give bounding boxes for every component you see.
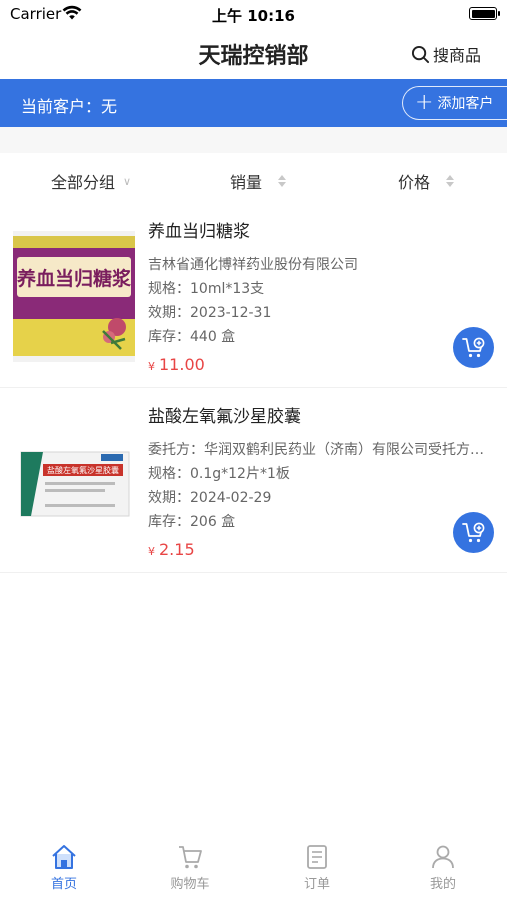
product-spec: 规格：10ml*13支: [148, 281, 265, 297]
product-spec: 规格：0.1g*12片*1板: [148, 466, 290, 482]
search-button[interactable]: 搜商品: [411, 42, 481, 66]
product-list: 养血当归糖浆 养血当归糖浆 吉林省通化博祥药业股份有限公司 规格：10ml*13…: [0, 203, 507, 573]
price-value: 11.00: [159, 355, 205, 374]
add-to-cart-button[interactable]: [453, 327, 494, 368]
price-value: 2.15: [159, 540, 195, 559]
sort-sales-label: 销量: [230, 173, 263, 192]
search-label: 搜商品: [432, 46, 481, 65]
sort-by-price[interactable]: 价格: [398, 169, 455, 193]
divider-strip: [0, 127, 507, 153]
add-customer-button[interactable]: + 添加客户: [402, 86, 507, 120]
tab-cart[interactable]: 购物车: [140, 837, 240, 900]
package-label: 养血当归糖浆: [17, 268, 131, 290]
product-expiry: 效期：2024-02-29: [148, 490, 272, 506]
tab-orders[interactable]: 订单: [267, 837, 367, 900]
sort-price-label: 价格: [398, 173, 431, 192]
product-name: 养血当归糖浆: [148, 222, 250, 242]
search-icon: [411, 45, 430, 63]
product-stock: 库存：206 盒: [148, 514, 236, 530]
product-name: 盐酸左氧氟沙星胶囊: [148, 407, 301, 427]
sort-arrows-icon: [278, 175, 287, 187]
tab-bar: 首页 购物车 订单 我的: [0, 837, 507, 900]
battery-icon: [469, 7, 500, 20]
tab-label: 首页: [50, 877, 77, 892]
product-stock: 库存：440 盒: [148, 329, 236, 345]
order-icon: [303, 843, 331, 871]
tab-home[interactable]: 首页: [14, 837, 114, 900]
product-price: ¥11.00: [148, 355, 495, 374]
current-customer-label: 当前客户：无: [21, 97, 118, 116]
customer-bar: 当前客户：无 + 添加客户: [0, 79, 507, 127]
group-filter-label: 全部分组: [51, 173, 116, 192]
home-icon: [50, 843, 78, 871]
tab-profile[interactable]: 我的: [393, 837, 493, 900]
add-to-cart-icon: [461, 337, 484, 357]
add-to-cart-icon: [461, 522, 484, 542]
currency-symbol: ¥: [148, 360, 155, 373]
product-image: 盐酸左氧氟沙星胶囊: [13, 416, 135, 547]
sort-arrows-icon: [446, 175, 455, 187]
clock: 上午 10:16: [212, 7, 295, 25]
profile-icon: [429, 843, 457, 871]
product-image: 养血当归糖浆: [13, 231, 135, 362]
add-to-cart-button[interactable]: [453, 512, 494, 553]
sort-bar: 全部分组 ∨ 销量 价格: [0, 153, 507, 203]
status-bar: Carrier 上午 10:16: [0, 0, 507, 30]
cart-icon: [176, 843, 204, 871]
sort-by-sales[interactable]: 销量: [230, 169, 287, 193]
tab-label: 购物车: [170, 877, 210, 892]
nav-bar: 天瑞控销部 搜商品: [0, 30, 507, 78]
group-filter[interactable]: 全部分组 ∨: [51, 169, 131, 193]
plus-icon: +: [415, 90, 434, 115]
package-label: 盐酸左氧氟沙星胶囊: [47, 466, 119, 475]
add-customer-label: 添加客户: [437, 96, 494, 112]
chevron-down-icon: ∨: [123, 174, 132, 188]
tab-label: 我的: [429, 877, 456, 892]
product-price: ¥2.15: [148, 540, 495, 559]
product-expiry: 效期：2023-12-31: [148, 305, 272, 321]
product-manufacturer: 吉林省通化博祥药业股份有限公司: [148, 257, 358, 273]
product-card[interactable]: 盐酸左氧氟沙星胶囊 盐酸左氧氟沙星胶囊 委托方：华润双鹤利民药业（济南）有限公司…: [0, 388, 507, 573]
tab-label: 订单: [303, 877, 330, 892]
currency-symbol: ¥: [148, 545, 155, 558]
product-card[interactable]: 养血当归糖浆 养血当归糖浆 吉林省通化博祥药业股份有限公司 规格：10ml*13…: [0, 203, 507, 388]
product-manufacturer: 委托方：华润双鹤利民药业（济南）有限公司受托方：...: [148, 442, 495, 458]
